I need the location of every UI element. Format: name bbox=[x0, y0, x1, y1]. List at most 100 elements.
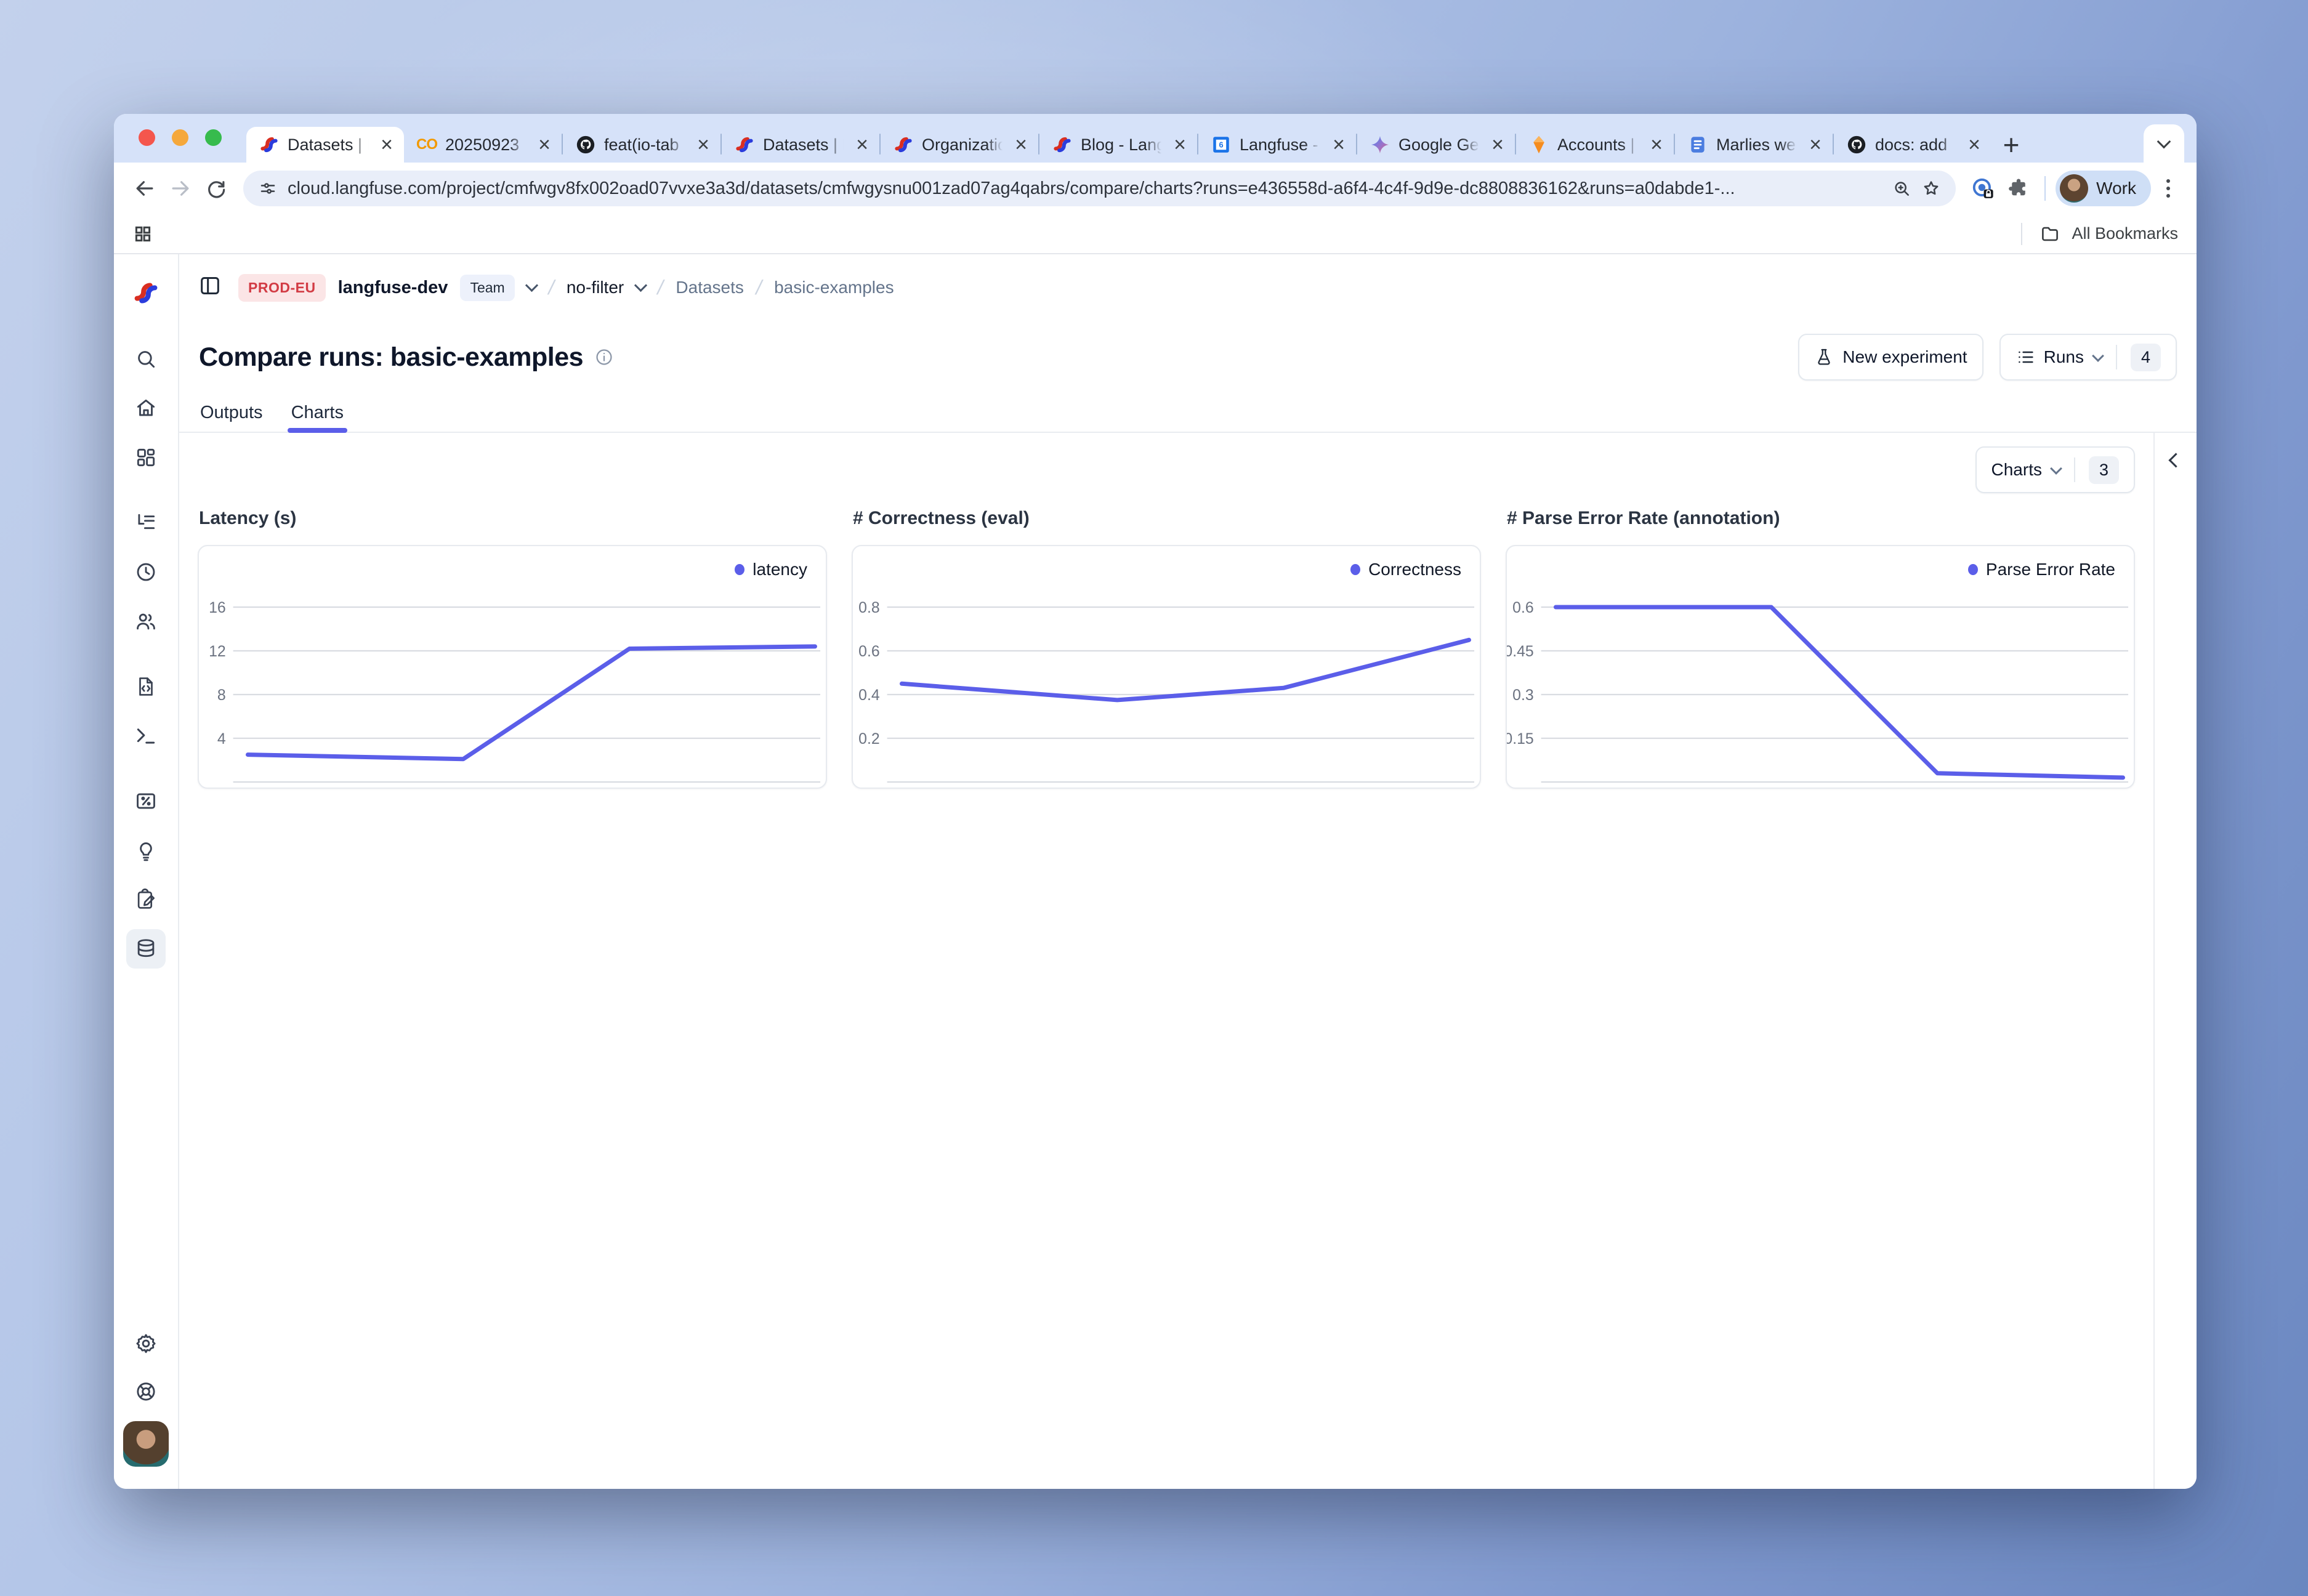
chart-plot: 481216 bbox=[199, 546, 826, 788]
tab-favicon: 6 bbox=[1211, 134, 1232, 155]
forward-button[interactable] bbox=[164, 172, 196, 204]
sidebar-nav bbox=[126, 339, 166, 978]
runs-count-badge: 4 bbox=[2131, 344, 2161, 371]
tab-outputs-label: Outputs bbox=[200, 403, 263, 423]
sidebar-item-prompts[interactable] bbox=[126, 667, 166, 706]
tab-search-button[interactable] bbox=[2144, 124, 2184, 163]
breadcrumb-dataset-name[interactable]: basic-examples bbox=[774, 278, 894, 297]
home-icon bbox=[134, 397, 158, 420]
new-tab-button[interactable]: + bbox=[1991, 127, 2031, 163]
github-favicon bbox=[575, 134, 596, 155]
browser-menu-button[interactable] bbox=[2155, 179, 2182, 198]
svg-text:12: 12 bbox=[209, 643, 226, 660]
chart-block-0: Latency (s)481216latency bbox=[198, 508, 827, 789]
new-experiment-button[interactable]: New experiment bbox=[1798, 334, 1983, 381]
sidebar-toggle-icon[interactable] bbox=[198, 273, 226, 302]
chart-legend: Parse Error Rate bbox=[1968, 560, 2115, 579]
info-icon[interactable] bbox=[594, 347, 614, 367]
sidebar-item-datasets[interactable] bbox=[126, 929, 166, 969]
svg-text:8: 8 bbox=[217, 687, 226, 704]
project-name[interactable]: no-filter bbox=[567, 278, 624, 297]
minimize-window-button[interactable] bbox=[172, 129, 188, 146]
sidebar-item-search[interactable] bbox=[126, 339, 166, 379]
browser-profile-chip[interactable]: Work bbox=[2056, 171, 2151, 206]
browser-tab-3[interactable]: Datasets | L× bbox=[722, 127, 879, 163]
url-text[interactable]: cloud.langfuse.com/project/cmfwgv8fx002o… bbox=[288, 179, 1882, 199]
browser-tab-2[interactable]: feat(io-tab× bbox=[563, 127, 720, 163]
extensions-puzzle-icon[interactable] bbox=[2003, 172, 2035, 204]
sidebar-item-sessions[interactable] bbox=[126, 552, 166, 592]
sidebar-item-annotation[interactable] bbox=[126, 880, 166, 919]
environment-badge[interactable]: PROD-EU bbox=[238, 274, 326, 302]
browser-tab-8[interactable]: Accounts |× bbox=[1516, 127, 1674, 163]
sidebar-item-tracing[interactable] bbox=[126, 503, 166, 542]
org-name[interactable]: langfuse-dev bbox=[338, 278, 448, 298]
password-extension-icon[interactable] bbox=[1967, 172, 1999, 204]
insights-icon bbox=[134, 839, 158, 862]
address-bar[interactable]: cloud.langfuse.com/project/cmfwgv8fx002o… bbox=[243, 171, 1956, 206]
tab-close-icon[interactable]: × bbox=[536, 134, 553, 155]
tab-close-icon[interactable]: × bbox=[1807, 134, 1824, 155]
apps-grid-icon[interactable] bbox=[132, 224, 153, 244]
tab-close-icon[interactable]: × bbox=[1330, 134, 1347, 155]
legend-dot-icon bbox=[1350, 564, 1360, 575]
page-title: Compare runs: basic-examples bbox=[199, 342, 583, 373]
tab-favicon bbox=[1370, 134, 1390, 155]
chevron-down-icon[interactable] bbox=[634, 278, 647, 291]
sidebar-item-settings[interactable] bbox=[126, 1324, 166, 1363]
collapse-panel-icon[interactable] bbox=[2168, 453, 2183, 467]
folder-icon bbox=[2040, 224, 2060, 244]
tab-charts[interactable]: Charts bbox=[291, 393, 344, 432]
browser-tab-5[interactable]: Blog - Lang× bbox=[1039, 127, 1197, 163]
sidebar-item-home[interactable] bbox=[126, 389, 166, 428]
sidebar-item-insights[interactable] bbox=[126, 831, 166, 870]
sidebar-item-dashboards[interactable] bbox=[126, 438, 166, 477]
tab-outputs[interactable]: Outputs bbox=[200, 393, 263, 432]
bookmark-star-icon[interactable] bbox=[1921, 179, 1941, 198]
tab-close-icon[interactable]: × bbox=[1966, 134, 1983, 155]
tab-close-icon[interactable]: × bbox=[853, 134, 871, 155]
tab-favicon bbox=[734, 134, 755, 155]
browser-tab-1[interactable]: CO20250923× bbox=[404, 127, 562, 163]
browser-tab-4[interactable]: Organizatio × bbox=[881, 127, 1038, 163]
zoom-icon[interactable] bbox=[1892, 179, 1911, 198]
browser-window: Datasets | L×CO20250923×feat(io-tab×Data… bbox=[114, 114, 2197, 1489]
user-avatar[interactable] bbox=[123, 1421, 169, 1467]
tab-close-icon[interactable]: × bbox=[1648, 134, 1665, 155]
sidebar-item-users[interactable] bbox=[126, 602, 166, 641]
browser-tab-6[interactable]: 6Langfuse -× bbox=[1198, 127, 1356, 163]
tab-close-icon[interactable]: × bbox=[1171, 134, 1188, 155]
tab-close-icon[interactable]: × bbox=[695, 134, 712, 155]
browser-tab-9[interactable]: Marlies we× bbox=[1675, 127, 1833, 163]
site-settings-icon[interactable] bbox=[258, 179, 278, 198]
new-experiment-label: New experiment bbox=[1842, 347, 1967, 367]
browser-tab-0[interactable]: Datasets | L× bbox=[246, 127, 404, 163]
svg-text:0.8: 0.8 bbox=[858, 599, 880, 616]
legend-label: latency bbox=[753, 560, 807, 579]
all-bookmarks-button[interactable]: All Bookmarks bbox=[2072, 224, 2178, 243]
sidebar-item-playground[interactable] bbox=[126, 716, 166, 756]
runs-dropdown-button[interactable]: Runs 4 bbox=[1999, 334, 2177, 381]
tab-close-icon[interactable]: × bbox=[378, 134, 395, 155]
google-calendar-favicon: 6 bbox=[1211, 134, 1232, 155]
close-window-button[interactable] bbox=[139, 129, 155, 146]
tab-close-icon[interactable]: × bbox=[1489, 134, 1506, 155]
breadcrumb-datasets[interactable]: Datasets bbox=[676, 278, 744, 297]
charts-dropdown-button[interactable]: Charts 3 bbox=[1975, 446, 2136, 493]
back-button[interactable] bbox=[129, 172, 161, 204]
chart-block-2: # Parse Error Rate (annotation)0.150.30.… bbox=[1506, 508, 2135, 789]
chevron-down-icon[interactable] bbox=[525, 278, 538, 291]
breadcrumb-divider: / bbox=[546, 276, 557, 299]
sidebar-item-support[interactable] bbox=[126, 1372, 166, 1411]
sidebar bbox=[114, 254, 179, 1489]
refresh-button[interactable] bbox=[200, 172, 232, 204]
browser-tab-10[interactable]: docs: add× bbox=[1834, 127, 1991, 163]
maximize-window-button[interactable] bbox=[205, 129, 222, 146]
breadcrumb-divider: / bbox=[754, 276, 764, 299]
sidebar-item-evaluators[interactable] bbox=[126, 781, 166, 821]
window-controls[interactable] bbox=[139, 129, 222, 146]
browser-tab-7[interactable]: Google Ge× bbox=[1357, 127, 1515, 163]
langfuse-logo-icon[interactable] bbox=[132, 279, 160, 307]
tab-close-icon[interactable]: × bbox=[1012, 134, 1030, 155]
tab-title: Organizatio bbox=[922, 135, 1004, 155]
